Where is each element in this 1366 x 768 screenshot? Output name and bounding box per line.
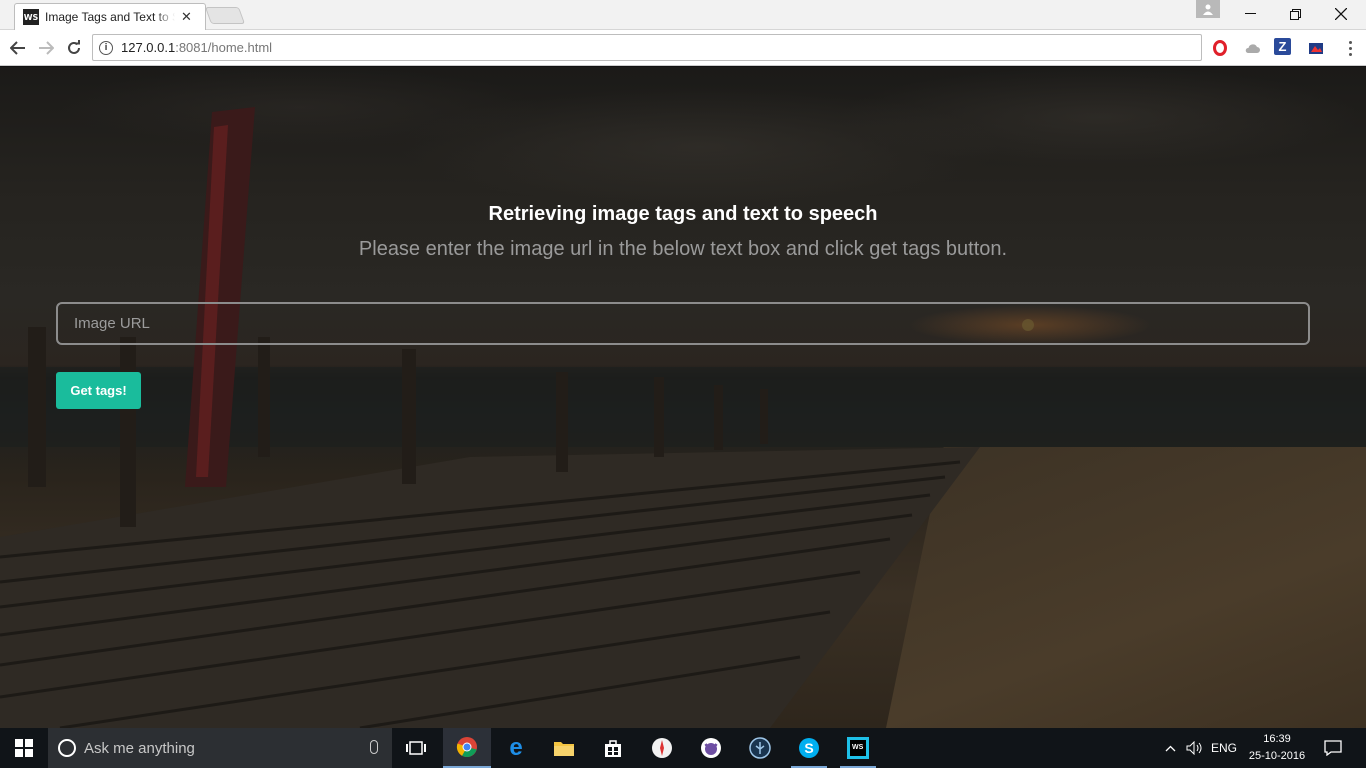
forward-arrow-icon bbox=[39, 41, 54, 55]
chrome-taskbar-button[interactable] bbox=[443, 728, 491, 768]
back-button[interactable] bbox=[6, 36, 30, 60]
new-tab-button[interactable] bbox=[204, 7, 246, 24]
task-view-button[interactable] bbox=[392, 728, 440, 768]
microphone-icon[interactable] bbox=[370, 740, 378, 754]
system-clock[interactable]: 16:39 25-10-2016 bbox=[1242, 731, 1312, 765]
notification-icon bbox=[1324, 740, 1342, 756]
person-icon bbox=[1203, 4, 1213, 15]
clock-date: 25-10-2016 bbox=[1248, 750, 1306, 762]
page-title: Retrieving image tags and text to speech bbox=[488, 203, 878, 225]
compass-app-icon bbox=[652, 738, 672, 758]
info-icon[interactable]: i bbox=[99, 40, 113, 55]
opera-extension-icon[interactable] bbox=[1210, 38, 1230, 58]
z-extension-icon[interactable]: Z bbox=[1274, 38, 1291, 55]
url-text: 127.0.0.1:8081/home.html bbox=[121, 40, 272, 55]
octocat-icon bbox=[701, 738, 721, 758]
task-view-icon bbox=[406, 741, 426, 755]
app-taskbar-button-2[interactable] bbox=[736, 728, 784, 768]
windows-taskbar: Ask me anything e S WS ENG 16:39 25-10-2… bbox=[0, 728, 1366, 768]
language-indicator[interactable]: ENG bbox=[1208, 728, 1240, 768]
windows-logo-icon bbox=[15, 739, 33, 757]
webstorm-icon: WS bbox=[847, 737, 869, 759]
drive-extension-icon[interactable] bbox=[1242, 38, 1262, 58]
reload-button[interactable] bbox=[62, 36, 86, 60]
address-bar[interactable]: i 127.0.0.1:8081/home.html bbox=[92, 34, 1202, 61]
extension-icon bbox=[1309, 43, 1323, 54]
page-subtitle: Please enter the image url in the below … bbox=[358, 238, 1008, 260]
app-taskbar-button[interactable] bbox=[638, 728, 686, 768]
browser-toolbar: i 127.0.0.1:8081/home.html Z bbox=[0, 30, 1366, 66]
github-taskbar-button[interactable] bbox=[687, 728, 735, 768]
back-arrow-icon bbox=[10, 41, 25, 55]
hero-text: Retrieving image tags and text to speech… bbox=[0, 203, 1366, 261]
sand-background bbox=[886, 447, 1366, 728]
action-center-button[interactable] bbox=[1318, 728, 1348, 768]
webstorm-favicon-icon: WS bbox=[23, 9, 39, 25]
volume-button[interactable] bbox=[1184, 728, 1204, 768]
clock-time: 16:39 bbox=[1263, 733, 1291, 745]
skype-taskbar-button[interactable]: S bbox=[785, 728, 833, 768]
chrome-icon bbox=[456, 737, 477, 757]
webstorm-taskbar-button[interactable]: WS bbox=[834, 728, 882, 768]
start-button[interactable] bbox=[0, 728, 48, 768]
browser-tab-strip: WS Image Tags and Text to Speech ✕ bbox=[0, 0, 1366, 30]
svg-text:WS: WS bbox=[852, 744, 864, 751]
reload-icon bbox=[68, 40, 80, 54]
file-explorer-taskbar-button[interactable] bbox=[540, 728, 588, 768]
opera-logo-icon bbox=[1213, 40, 1227, 56]
url-host: 127.0.0.1 bbox=[121, 40, 176, 55]
edge-icon: e bbox=[509, 734, 523, 761]
cortana-icon bbox=[58, 739, 76, 757]
restore-button[interactable] bbox=[1272, 0, 1318, 28]
page-viewport: Retrieving image tags and text to speech… bbox=[0, 67, 1366, 728]
show-hidden-icons-button[interactable] bbox=[1160, 728, 1180, 768]
get-tags-button[interactable]: Get tags! bbox=[56, 372, 141, 409]
tab-close-icon[interactable]: ✕ bbox=[181, 10, 192, 25]
tree-app-icon bbox=[749, 737, 771, 759]
speaker-icon bbox=[1186, 741, 1201, 755]
svg-text:S: S bbox=[804, 740, 813, 756]
profile-button[interactable] bbox=[1196, 0, 1220, 18]
store-bag-icon bbox=[605, 740, 621, 757]
chevron-up-icon bbox=[1165, 745, 1175, 751]
edge-taskbar-button[interactable]: e bbox=[492, 728, 540, 768]
url-path: :8081/home.html bbox=[175, 40, 273, 55]
forward-button[interactable] bbox=[34, 36, 58, 60]
skype-icon: S bbox=[799, 738, 819, 758]
browser-menu-icon[interactable] bbox=[1342, 36, 1358, 60]
minimize-button[interactable] bbox=[1227, 0, 1273, 28]
bookmark-extension-icon[interactable] bbox=[1306, 38, 1326, 58]
close-window-button[interactable] bbox=[1318, 0, 1364, 28]
folder-icon bbox=[554, 742, 574, 756]
restore-icon bbox=[1289, 8, 1301, 20]
tab-title: Image Tags and Text to Speech bbox=[45, 10, 175, 24]
minimize-icon bbox=[1244, 13, 1256, 14]
search-placeholder: Ask me anything bbox=[84, 739, 195, 757]
cloud-icon bbox=[1245, 44, 1260, 53]
store-taskbar-button[interactable] bbox=[589, 728, 637, 768]
close-icon bbox=[1335, 8, 1347, 20]
cortana-search-box[interactable]: Ask me anything bbox=[48, 728, 392, 768]
image-url-input[interactable] bbox=[56, 302, 1310, 345]
browser-tab[interactable]: WS Image Tags and Text to Speech ✕ bbox=[14, 3, 206, 30]
